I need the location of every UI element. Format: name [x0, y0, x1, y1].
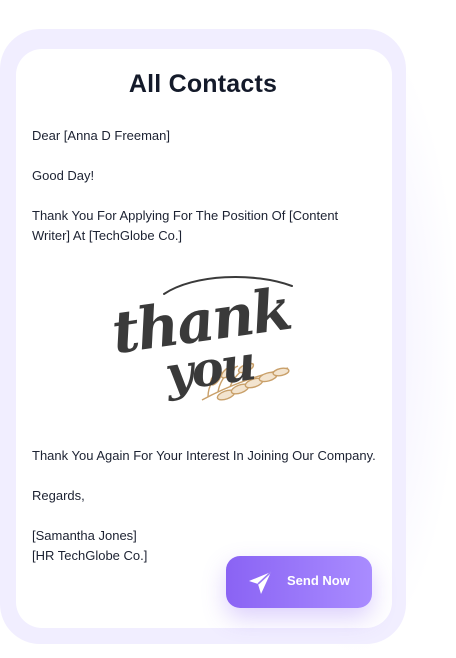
- signer-company: [HR TechGlobe Co.]: [32, 548, 148, 563]
- letter-signoff: Regards,: [32, 488, 85, 503]
- signer-name: [Samantha Jones]: [32, 528, 137, 543]
- letter-greeting: Dear [Anna D Freeman]: [32, 128, 171, 143]
- you-lettering: you: [161, 335, 258, 403]
- thank-you-image: thank you: [108, 275, 295, 403]
- letter-opening: Good Day!: [32, 168, 95, 183]
- paper-plane-icon: [249, 571, 272, 594]
- send-now-button[interactable]: Send Now: [226, 556, 372, 608]
- letter-body-line-2: Writer] At [TechGlobe Co.]: [32, 228, 183, 243]
- letter-body-line-1: Thank You For Applying For The Position …: [32, 208, 339, 223]
- letter-closing-line: Thank You Again For Your Interest In Joi…: [32, 448, 376, 463]
- page-title: All Contacts: [128, 70, 278, 98]
- send-now-label: Send Now: [287, 573, 350, 588]
- email-preview-screen: All Contacts Dear [Anna D Freeman] Good …: [0, 0, 456, 658]
